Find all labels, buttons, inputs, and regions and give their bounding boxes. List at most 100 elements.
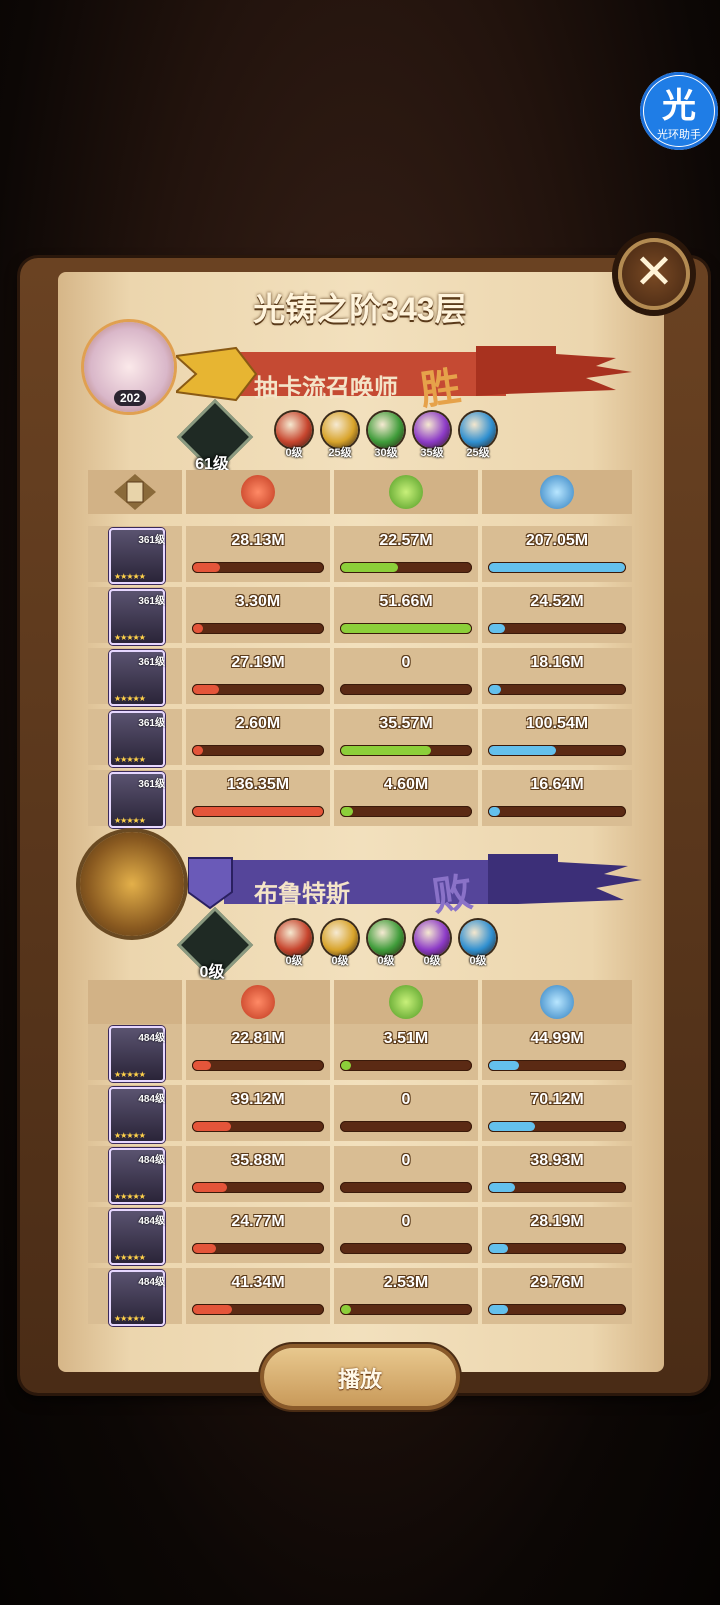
gem-level: 0级 [377,955,395,967]
heal-value: 2.53M [383,1274,429,1291]
close-button[interactable]: ✕ [618,238,690,310]
gem-level: 0级 [285,955,303,967]
heal-bar-fill [341,624,471,633]
hero-portrait: 484级 ★★★★★ [109,1026,165,1082]
shield-bar-fill [489,1305,508,1314]
play-button[interactable]: 播放 [264,1348,456,1406]
heal-bar-fill [341,1305,351,1314]
shield-icon [540,985,574,1019]
damage-bar [192,1243,324,1254]
damage-icon [241,985,275,1019]
star-rating-icon: ★★★★★ [114,1314,146,1323]
player-name: 抽卡流召唤师 [254,375,398,402]
hero-portrait: 484级 ★★★★★ [109,1148,165,1204]
hero-cell[interactable]: 361级 ★★★★★ [88,648,182,706]
damage-stat-cell: 22.81M [186,1024,330,1080]
star-rating-icon: ★★★★★ [114,1070,146,1079]
hero-level: 361级 [138,657,165,668]
heal-value: 22.57M [379,532,433,549]
damage-bar [192,1182,324,1193]
heal-value: 0 [401,1213,411,1230]
hero-portrait: 484级 ★★★★★ [109,1209,165,1265]
damage-bar-fill [193,1122,231,1131]
hero-portrait: 361级 ★★★★★ [109,589,165,645]
heal-bar-fill [341,563,398,572]
heal-bar-fill [341,1061,351,1070]
damage-bar-fill [193,1061,211,1070]
damage-stat-cell: 136.35M [186,770,330,826]
shield-stat-cell: 100.54M [482,709,632,765]
heal-value: 51.66M [379,593,433,610]
heal-stat-cell: 0 [334,1085,478,1141]
damage-bar-fill [193,1244,216,1253]
damage-bar [192,806,324,817]
blue-gem-icon [460,412,496,448]
report-icon[interactable] [112,472,158,512]
star-rating-icon: ★★★★★ [114,1131,146,1140]
shield-icon [540,475,574,509]
fire-gem-icon [276,412,312,448]
star-rating-icon: ★★★★★ [114,694,146,703]
enemy-avatar[interactable] [80,832,184,936]
damage-stat-cell: 39.12M [186,1085,330,1141]
shield-value: 44.99M [530,1030,584,1047]
close-icon: ✕ [633,246,675,299]
hero-cell[interactable]: 484级 ★★★★★ [88,1085,182,1143]
shield-bar [488,623,626,634]
stats-header-cell [482,980,632,1024]
hero-cell[interactable]: 361级 ★★★★★ [88,587,182,645]
hero-cell[interactable]: 361级 ★★★★★ [88,526,182,584]
damage-stat-cell: 2.60M [186,709,330,765]
hero-portrait: 361级 ★★★★★ [109,772,165,828]
shield-value: 29.76M [530,1274,584,1291]
heal-value: 35.57M [379,715,433,732]
heal-bar [340,1060,472,1071]
hero-cell[interactable]: 484级 ★★★★★ [88,1024,182,1082]
damage-stat-cell: 41.34M [186,1268,330,1324]
hero-portrait: 484级 ★★★★★ [109,1270,165,1326]
hero-cell[interactable]: 361级 ★★★★★ [88,709,182,767]
damage-value: 22.81M [231,1030,285,1047]
tree-level: 0级 [199,964,225,981]
gem-level: 0级 [285,447,303,459]
heal-stat-cell: 2.53M [334,1268,478,1324]
damage-bar-fill [193,807,323,816]
stats-header-cell [334,980,478,1024]
shield-stat-cell: 207.05M [482,526,632,582]
gem-level: 25级 [328,447,352,459]
damage-bar-fill [193,1183,227,1192]
gem-level: 30级 [374,447,398,459]
assistant-label: 光环助手 [657,129,701,141]
hero-cell[interactable]: 361级 ★★★★★ [88,770,182,828]
green-gem-icon [368,920,404,956]
result-win: 胜 [417,364,464,414]
heal-bar [340,1182,472,1193]
heal-bar [340,1243,472,1254]
shield-bar [488,562,626,573]
heal-bar [340,684,472,695]
shield-bar [488,684,626,695]
shield-value: 28.19M [530,1213,584,1230]
hero-level: 484级 [138,1277,165,1288]
assistant-badge[interactable]: 光 光环助手 [640,72,718,150]
damage-value: 2.60M [235,715,281,732]
damage-bar-fill [193,685,219,694]
hero-cell[interactable]: 484级 ★★★★★ [88,1207,182,1265]
shield-bar [488,1060,626,1071]
damage-stat-cell: 3.30M [186,587,330,643]
damage-value: 3.30M [235,593,281,610]
shield-bar [488,806,626,817]
hero-cell[interactable]: 484级 ★★★★★ [88,1268,182,1326]
hero-portrait: 484级 ★★★★★ [109,1087,165,1143]
damage-bar [192,1121,324,1132]
shield-bar-fill [489,685,501,694]
hero-cell[interactable]: 484级 ★★★★★ [88,1146,182,1204]
shield-bar-fill [489,624,505,633]
shield-value: 207.05M [525,532,589,549]
gem-level: 25级 [466,447,490,459]
hero-portrait: 361级 ★★★★★ [109,711,165,767]
hero-level: 484级 [138,1216,165,1227]
shield-value: 24.52M [530,593,584,610]
damage-stat-cell: 35.88M [186,1146,330,1202]
damage-value: 136.35M [226,776,290,793]
